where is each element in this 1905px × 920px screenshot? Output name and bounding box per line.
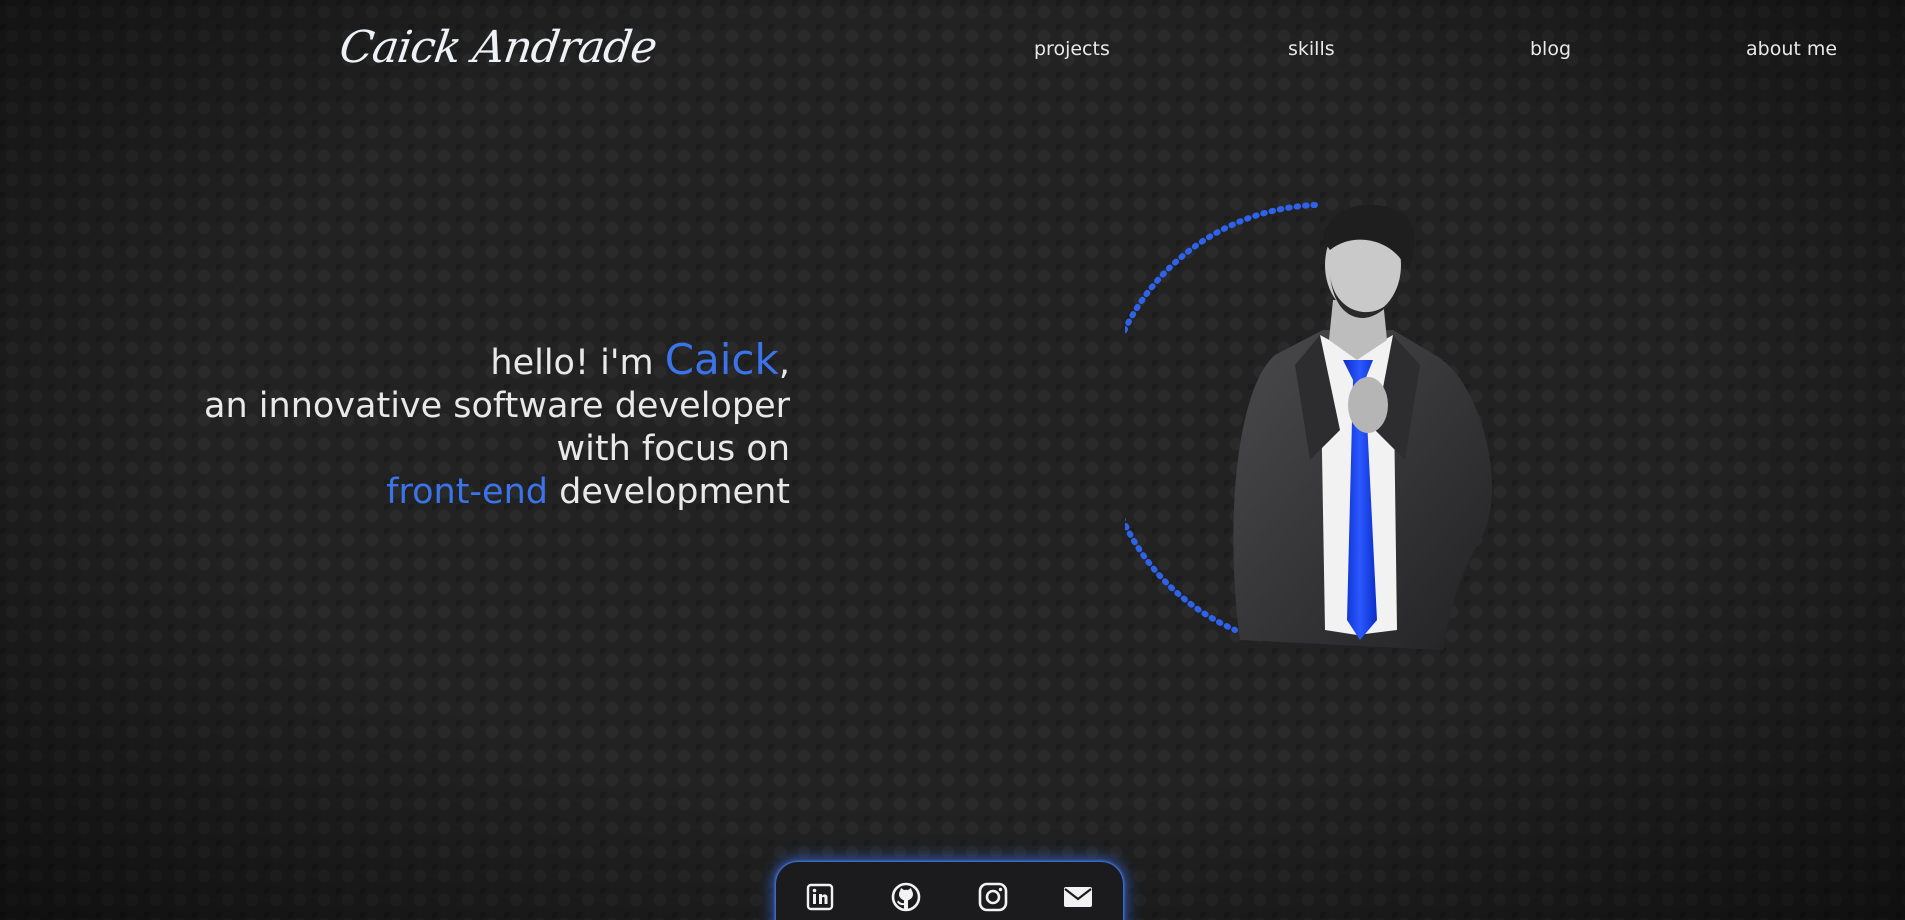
email-icon[interactable] — [1061, 880, 1095, 914]
nav-link-blog[interactable]: blog — [1530, 38, 1571, 60]
specialty-rest: development — [547, 472, 790, 512]
github-icon[interactable] — [889, 880, 923, 914]
hero-line-specialty: front-end development — [204, 471, 790, 514]
hero-name: Caick — [664, 335, 779, 384]
main-nav: projects skills blog about me — [0, 38, 1905, 66]
hero-line-greeting: hello! i'm Caick, — [204, 338, 790, 385]
hero-line-role: an innovative software developer — [204, 386, 790, 426]
nav-link-about-me[interactable]: about me — [1746, 38, 1837, 60]
profile-portrait — [1125, 200, 1505, 670]
specialty-accent: front-end — [386, 472, 548, 512]
nav-link-skills[interactable]: skills — [1288, 38, 1335, 60]
hero-intro: hello! i'm Caick, an innovative software… — [204, 338, 790, 514]
greeting-comma: , — [778, 343, 790, 383]
instagram-icon[interactable] — [976, 880, 1010, 914]
linkedin-icon[interactable] — [803, 880, 837, 914]
social-links-bar — [776, 862, 1123, 920]
greeting-text: hello! i'm — [490, 343, 665, 383]
hero-line-focus: with focus on — [556, 429, 791, 469]
nav-link-projects[interactable]: projects — [1034, 38, 1110, 60]
